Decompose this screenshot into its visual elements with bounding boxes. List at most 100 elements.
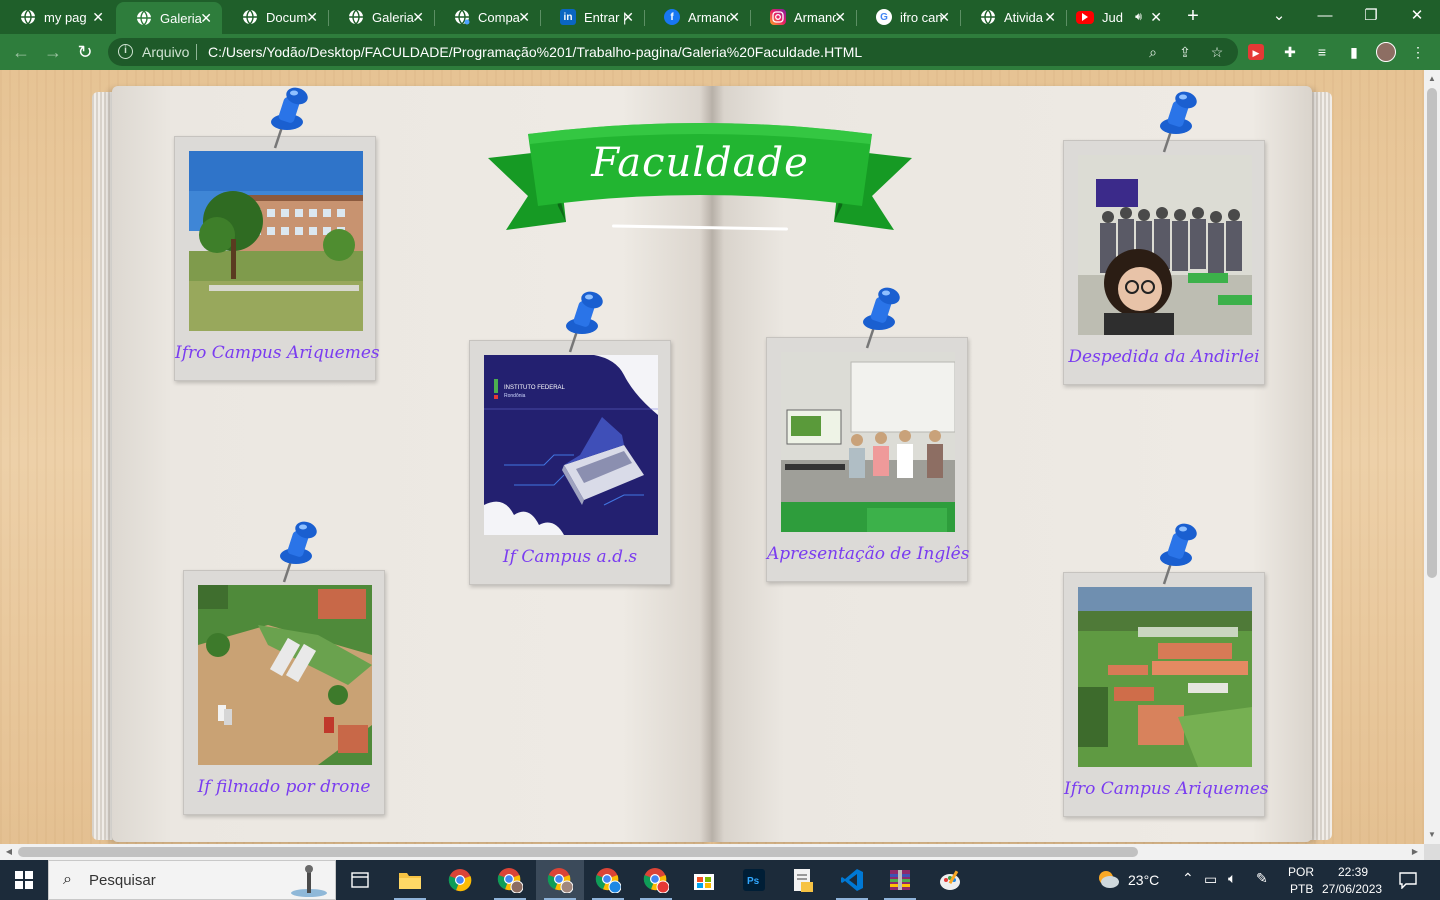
scroll-down-icon[interactable]: ▼ xyxy=(1424,828,1440,842)
globe-icon xyxy=(20,9,36,25)
scroll-left-icon[interactable]: ◀ xyxy=(2,844,16,860)
tray-overflow-icon[interactable]: ⌃ xyxy=(1182,870,1194,887)
chrome-profile-icon[interactable] xyxy=(486,860,534,900)
address-bar[interactable]: i Arquivo C:/Users/Yodão/Desktop/FACULDA… xyxy=(108,38,1238,66)
facebook-icon: f xyxy=(664,9,680,25)
new-tab-button[interactable]: + xyxy=(1170,4,1216,28)
horizontal-scrollbar[interactable]: ◀ ▶ xyxy=(0,844,1424,860)
weather-temperature[interactable]: 23°C xyxy=(1128,872,1159,888)
push-pin-icon xyxy=(1160,91,1197,153)
photo-card[interactable]: Ifro Campus Ariquemes xyxy=(174,136,380,381)
photo-image[interactable] xyxy=(1078,587,1252,767)
file-explorer-icon[interactable] xyxy=(386,860,434,900)
photoshop-icon[interactable]: Ps xyxy=(730,860,778,900)
scroll-right-icon[interactable]: ▶ xyxy=(1408,844,1422,860)
close-icon[interactable]: ✕ xyxy=(518,9,530,26)
zoom-icon[interactable]: ⌕ xyxy=(1144,43,1162,61)
close-icon[interactable]: ✕ xyxy=(200,10,212,27)
close-icon[interactable]: ✕ xyxy=(834,9,846,26)
vscode-icon[interactable] xyxy=(828,860,876,900)
media-queue-icon[interactable]: ≡ xyxy=(1312,43,1332,61)
task-view-icon[interactable] xyxy=(336,860,384,900)
tab-0[interactable]: my pag ✕ xyxy=(0,4,114,30)
tab-4[interactable]: Compar ✕ xyxy=(434,4,540,30)
photo-caption: Ifro Campus Ariquemes xyxy=(1064,779,1269,799)
windows-start-icon[interactable] xyxy=(0,860,48,900)
volume-icon[interactable]: 🔈︎ xyxy=(1228,870,1236,887)
tab-2[interactable]: Docume ✕ xyxy=(222,4,328,30)
notification-icon[interactable] xyxy=(1398,871,1418,889)
page-viewport: Faculdade Ifro Campus Ariquemes INSTITUT… xyxy=(0,70,1424,844)
photo-image[interactable]: INSTITUTO FEDERAL Rondônia xyxy=(484,355,658,535)
photo-card[interactable]: Ifro Campus Ariquemes xyxy=(1063,572,1269,817)
close-icon[interactable]: ✕ xyxy=(728,9,740,26)
microsoft-store-icon[interactable] xyxy=(680,860,728,900)
pen-icon[interactable]: ✎ xyxy=(1256,870,1268,887)
close-window-icon[interactable]: ✕ xyxy=(1394,4,1440,28)
push-pin-icon xyxy=(566,291,603,353)
photo-image[interactable] xyxy=(1078,155,1252,335)
clock-time[interactable]: 22:39 xyxy=(1338,865,1368,879)
avatar[interactable] xyxy=(1376,42,1396,62)
tab-search-icon[interactable]: ⌄ xyxy=(1256,4,1302,28)
minimize-icon[interactable]: — xyxy=(1302,4,1348,28)
network-icon[interactable]: ▭ xyxy=(1204,871,1217,888)
address-url[interactable]: C:/Users/Yodão/Desktop/FACULDADE/Program… xyxy=(208,44,862,60)
speaker-icon[interactable]: 🔊︎ xyxy=(1135,11,1142,24)
close-icon[interactable]: ✕ xyxy=(1150,9,1162,26)
weather-icon[interactable] xyxy=(1096,868,1120,890)
chrome-profile-3-icon[interactable] xyxy=(632,860,680,900)
tab-5[interactable]: in Entrar | ✕ xyxy=(540,4,644,30)
photo-card[interactable]: If filmado por drone xyxy=(183,570,385,815)
page-edges-right xyxy=(1310,92,1332,840)
tab-9[interactable]: Ativida ✕ xyxy=(960,4,1066,30)
photo-card[interactable]: Apresentação de Inglês xyxy=(766,337,969,582)
tab-1[interactable]: Galeria ✕ xyxy=(116,2,222,34)
restore-icon[interactable]: ❐ xyxy=(1348,4,1394,28)
photo-image[interactable] xyxy=(198,585,372,765)
reload-icon[interactable]: ↻ xyxy=(72,40,98,64)
tab-title: Jud xyxy=(1102,9,1123,25)
menu-dots-icon[interactable]: ⋮ xyxy=(1408,43,1428,61)
close-icon[interactable]: ✕ xyxy=(1044,9,1056,26)
tab-6[interactable]: f Armand ✕ xyxy=(644,4,750,30)
horizontal-scroll-thumb[interactable] xyxy=(18,847,1138,857)
language-indicator[interactable]: POR xyxy=(1288,865,1314,879)
chrome-icon[interactable] xyxy=(436,860,484,900)
winrar-icon[interactable] xyxy=(876,860,924,900)
extension-icon[interactable]: ▶ xyxy=(1248,44,1264,60)
paint-icon[interactable] xyxy=(926,860,974,900)
tab-10[interactable]: Jud 🔊︎ ✕ xyxy=(1056,4,1172,30)
vertical-scrollbar[interactable]: ▲ ▼ xyxy=(1424,70,1440,844)
tab-7[interactable]: Armand ✕ xyxy=(750,4,856,30)
close-icon[interactable]: ✕ xyxy=(622,9,634,26)
forward-arrow-icon[interactable]: → xyxy=(40,40,66,64)
photo-image[interactable] xyxy=(781,352,955,532)
tab-8[interactable]: G ifro can ✕ xyxy=(856,4,960,30)
scroll-up-icon[interactable]: ▲ xyxy=(1424,72,1440,86)
chrome-profile-2-icon[interactable] xyxy=(584,860,632,900)
photo-card[interactable]: Despedida da Andirlei xyxy=(1063,140,1265,385)
share-icon[interactable]: ⇪ xyxy=(1176,43,1194,61)
banner-title: Faculdade xyxy=(591,140,809,186)
close-icon[interactable]: ✕ xyxy=(412,9,424,26)
document-app-icon[interactable] xyxy=(778,860,826,900)
back-arrow-icon[interactable]: ← xyxy=(8,40,34,64)
close-icon[interactable]: ✕ xyxy=(306,9,318,26)
tab-3[interactable]: Galeria ✕ xyxy=(328,4,434,30)
taskbar-search[interactable]: ⌕ Pesquisar xyxy=(48,860,336,900)
keyboard-layout-indicator[interactable]: PTB xyxy=(1290,882,1313,896)
side-panel-icon[interactable]: ▮ xyxy=(1344,43,1364,61)
puzzle-icon[interactable]: ✚ xyxy=(1280,43,1300,61)
photo-caption: Despedida da Andirlei xyxy=(1068,347,1260,367)
globe-icon xyxy=(348,9,364,25)
bookmark-star-icon[interactable]: ☆ xyxy=(1208,43,1226,61)
vertical-scroll-thumb[interactable] xyxy=(1427,88,1437,578)
close-icon[interactable]: ✕ xyxy=(92,9,104,26)
photo-card[interactable]: INSTITUTO FEDERAL Rondônia If Campus a.d… xyxy=(469,340,671,585)
close-icon[interactable]: ✕ xyxy=(938,9,950,26)
clock-date[interactable]: 27/06/2023 xyxy=(1322,882,1382,896)
chrome-active-icon[interactable] xyxy=(536,860,584,900)
info-icon[interactable]: i xyxy=(118,44,133,59)
photo-image[interactable] xyxy=(189,151,363,331)
